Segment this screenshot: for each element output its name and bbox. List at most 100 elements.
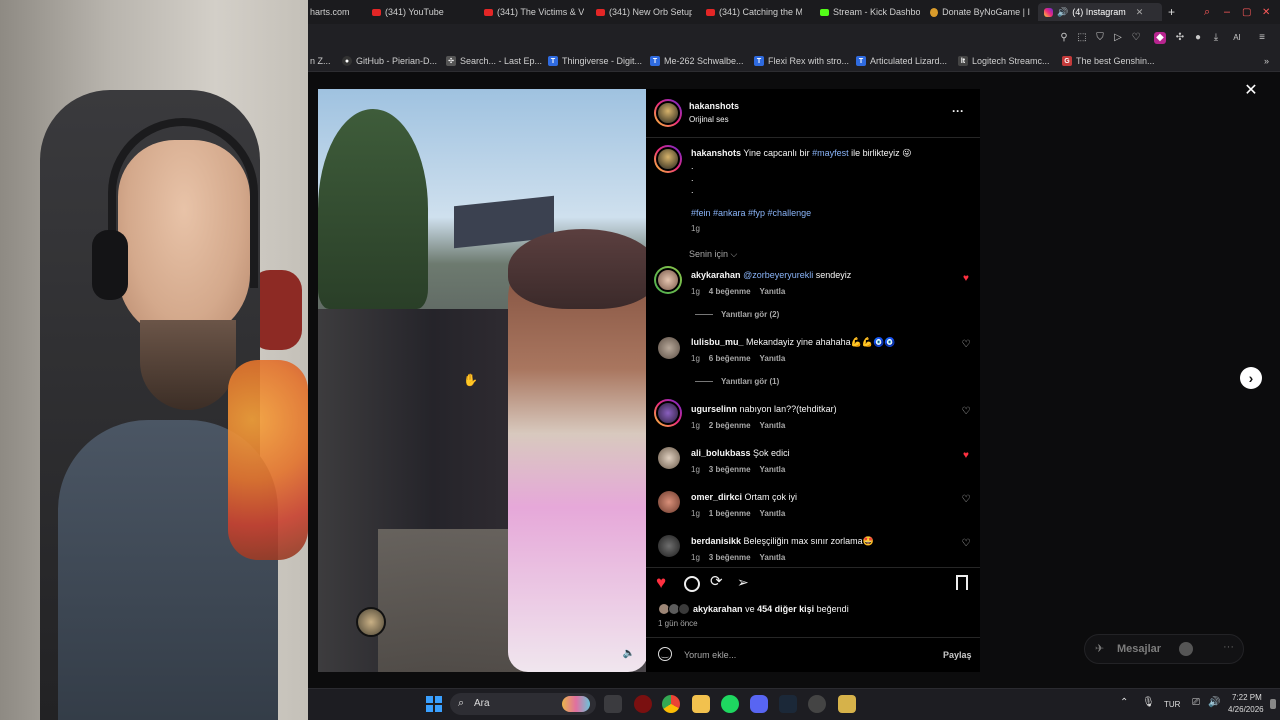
comment-avatar[interactable] — [658, 337, 680, 359]
comment-username[interactable]: berdanisikk — [691, 536, 741, 546]
comment-like-count[interactable]: 1 beğenme — [709, 509, 751, 518]
opera-gx-icon[interactable] — [634, 695, 652, 713]
hashtag-mayfest[interactable]: #mayfest — [812, 148, 849, 158]
bookmark-thingiverse[interactable]: T Thingiverse - Digit... — [548, 56, 642, 66]
comment-mention[interactable]: @zorbeyeryurekli — [743, 270, 813, 280]
comment-bubble-icon[interactable] — [684, 576, 700, 592]
caption-hashtags[interactable]: #fein #ankara #fyp #challenge — [691, 208, 811, 218]
windows-start-icon[interactable] — [426, 696, 442, 712]
comment-reply-button[interactable]: Yanıtla — [759, 354, 785, 363]
comment-avatar[interactable] — [658, 447, 680, 469]
bookmark-genshin[interactable]: G The best Genshin... — [1062, 56, 1155, 66]
video-author-avatar[interactable] — [356, 607, 386, 637]
more-options-icon[interactable]: ··· — [952, 104, 964, 118]
bookmark-save-icon[interactable] — [956, 575, 968, 590]
bookmark-lizard[interactable]: T Articulated Lizard... — [856, 56, 947, 66]
caption-username[interactable]: hakanshots — [691, 148, 741, 158]
comment-heart-icon[interactable]: ♡ — [961, 539, 971, 549]
discord-icon[interactable] — [750, 695, 768, 713]
comment-reply-button[interactable]: Yanıtla — [759, 553, 785, 562]
chrome-icon[interactable] — [662, 695, 680, 713]
comment-username[interactable]: ugurselinn — [691, 404, 737, 414]
mute-icon[interactable]: 🔈 — [622, 647, 636, 661]
close-modal-icon[interactable]: ✕ — [1244, 83, 1258, 99]
profile-icon[interactable]: ● — [1192, 32, 1204, 44]
comment-like-count[interactable]: 2 beğenme — [709, 421, 751, 430]
next-post-icon[interactable]: › — [1240, 367, 1262, 389]
comment-reply-button[interactable]: Yanıtla — [759, 509, 785, 518]
comment-like-count[interactable]: 4 beğenme — [709, 287, 751, 296]
ai-button[interactable]: AI — [1226, 32, 1248, 44]
comment-reply-button[interactable]: Yanıtla — [759, 421, 785, 430]
comment-like-count[interactable]: 3 beğenme — [709, 465, 751, 474]
comment-username[interactable]: omer_dirkci — [691, 492, 742, 502]
comment-sort-dropdown[interactable]: Senin için ⌵ — [689, 249, 737, 260]
microphone-icon[interactable]: 🎙 — [1142, 697, 1155, 708]
tab-charts[interactable]: harts.com — [310, 3, 370, 21]
menu-icon[interactable]: ≡ — [1256, 32, 1268, 44]
app-icon[interactable] — [808, 695, 826, 713]
bookmarks-more-icon[interactable]: » — [1264, 56, 1269, 66]
taskbar-search[interactable]: ⌕ Ara — [450, 693, 596, 715]
comment-heart-icon[interactable]: ♡ — [961, 495, 971, 505]
comment-avatar[interactable] — [654, 266, 682, 294]
share-send-icon[interactable]: ➢ — [737, 573, 755, 591]
app-icon[interactable] — [838, 695, 856, 713]
spotify-icon[interactable] — [721, 695, 739, 713]
tray-chevron-icon[interactable]: ⌃ — [1120, 697, 1128, 708]
file-explorer-icon[interactable] — [692, 695, 710, 713]
tab-instagram[interactable]: 🔊 (4) Instagram ✕ — [1038, 3, 1162, 21]
comment-input[interactable]: Yorum ekle... — [684, 650, 736, 660]
puzzle-icon[interactable]: ✣ — [1174, 32, 1186, 44]
steam-icon[interactable] — [779, 695, 797, 713]
volume-icon[interactable]: 🔊 — [1208, 697, 1220, 708]
heart-icon[interactable]: ♡ — [1130, 32, 1142, 44]
tab-kick[interactable]: Stream - Kick Dashbo — [820, 3, 920, 21]
author-avatar[interactable] — [654, 99, 682, 127]
pin-icon[interactable]: ⚲ — [1058, 32, 1070, 44]
tab-donate[interactable]: Donate ByNoGame | I — [930, 3, 1030, 21]
play-icon[interactable]: ▷ — [1112, 32, 1124, 44]
new-tab-button[interactable]: + — [1168, 3, 1180, 21]
reel-video[interactable]: 🔈 — [318, 89, 646, 672]
minimize-icon[interactable]: – — [1224, 3, 1230, 21]
repost-icon[interactable]: ⟳ — [710, 573, 728, 591]
bookmark-item[interactable]: n Z... — [310, 56, 331, 66]
caption-avatar[interactable] — [654, 145, 682, 173]
display-icon[interactable]: ⎚ — [1192, 697, 1200, 708]
language-indicator[interactable]: TUR — [1164, 700, 1180, 709]
close-window-icon[interactable]: ✕ — [1262, 3, 1270, 21]
likes-summary[interactable]: akykarahan ve 454 diğer kişi beğendi — [693, 604, 849, 614]
emoji-icon[interactable]: ‿ — [658, 647, 672, 661]
bookmark-search[interactable]: ✣ Search... - Last Ep... — [446, 56, 542, 66]
clock-time[interactable]: 7:22 PM — [1232, 693, 1262, 702]
extension-icon[interactable]: ◆ — [1154, 32, 1166, 44]
view-replies-button[interactable]: Yanıtları gör (1) — [695, 377, 779, 386]
like-heart-filled-icon[interactable]: ♥ — [656, 574, 674, 592]
tab-victims[interactable]: (341) The Victims & V — [484, 3, 584, 21]
comment-heart-icon[interactable]: ♡ — [961, 340, 971, 350]
bookmark-logitech[interactable]: lt Logitech Streamc... — [958, 56, 1050, 66]
author-username[interactable]: hakanshots — [689, 101, 739, 111]
notification-icon[interactable] — [1270, 699, 1276, 709]
tab-youtube[interactable]: (341) YouTube — [372, 3, 480, 21]
search-tabs-icon[interactable]: ⌕ — [1204, 3, 1210, 21]
comment-username[interactable]: ali_bolukbass — [691, 448, 751, 458]
view-replies-button[interactable]: Yanıtları gör (2) — [695, 310, 779, 319]
tab-catching[interactable]: (341) Catching the M — [706, 3, 802, 21]
comment-heart-filled-icon[interactable]: ♥ — [961, 451, 971, 461]
comment-like-count[interactable]: 6 beğenme — [709, 354, 751, 363]
comment-like-count[interactable]: 3 beğenme — [709, 553, 751, 562]
download-icon[interactable]: ⤓ — [1210, 32, 1222, 44]
bookmark-flexi-rex[interactable]: T Flexi Rex with stro... — [754, 56, 849, 66]
comment-username[interactable]: lulisbu_mu_ — [691, 337, 744, 347]
screenshot-icon[interactable]: ⬚ — [1076, 32, 1088, 44]
share-comment-button[interactable]: Paylaş — [943, 650, 972, 660]
clock-date[interactable]: 4/26/2026 — [1228, 705, 1264, 714]
comment-reply-button[interactable]: Yanıtla — [759, 465, 785, 474]
shield-icon[interactable]: ⛉ — [1094, 32, 1106, 44]
comment-heart-icon[interactable]: ♡ — [961, 407, 971, 417]
comment-avatar[interactable] — [654, 399, 682, 427]
maximize-icon[interactable]: ▢ — [1242, 3, 1251, 21]
comment-reply-button[interactable]: Yanıtla — [759, 287, 785, 296]
